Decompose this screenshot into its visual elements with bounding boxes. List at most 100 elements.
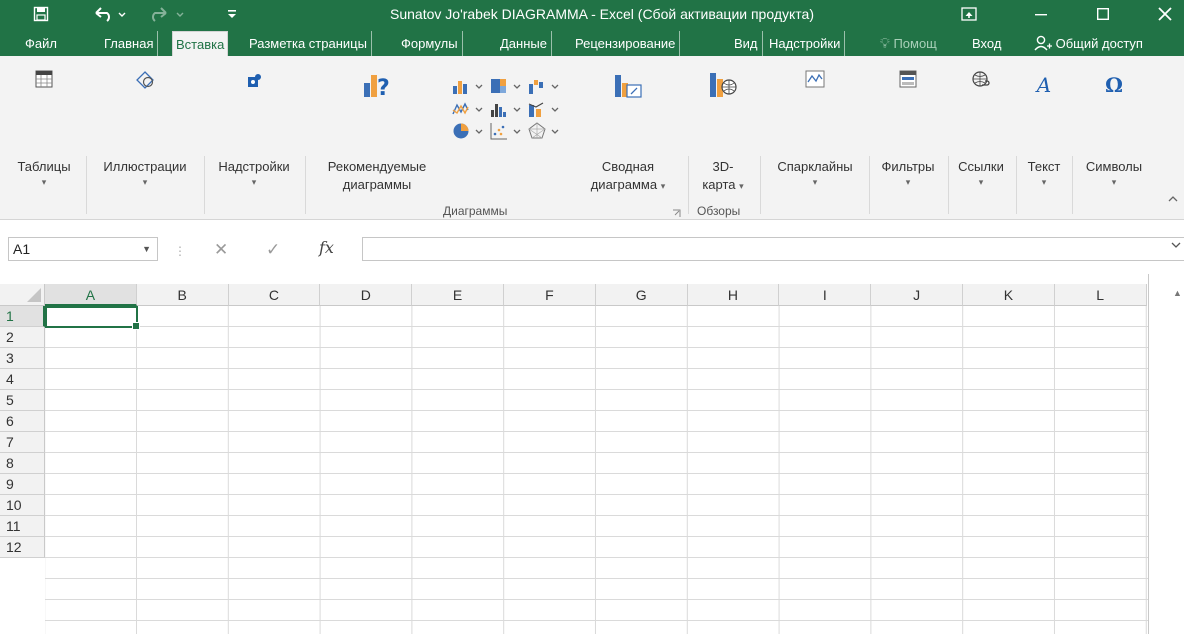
text-icon: A [1036, 73, 1052, 97]
separator [305, 156, 306, 214]
save-icon[interactable] [26, 0, 56, 28]
tables-button[interactable]: Таблицы ▾ [5, 66, 83, 188]
column-header-j[interactable]: J [871, 284, 963, 306]
row-header-3[interactable]: 3 [0, 348, 45, 369]
cancel-icon[interactable]: ✕ [214, 240, 228, 260]
enter-icon[interactable]: ✓ [266, 240, 280, 260]
tab-view[interactable]: Вид [734, 31, 763, 56]
radar-chart-icon[interactable] [528, 122, 562, 143]
ribbon-display-options-icon[interactable] [946, 0, 992, 28]
tab-page-layout[interactable]: Разметка страницы [249, 31, 372, 56]
row-header-11[interactable]: 11 [0, 516, 45, 537]
chevron-down-icon: ▾ [41, 177, 47, 187]
formula-bar: A1 ▼ ⋮ ✕ ✓ fx [0, 220, 1184, 274]
maximize-icon[interactable] [1080, 0, 1126, 28]
tab-file[interactable]: Файл [25, 31, 57, 56]
column-header-b[interactable]: B [136, 284, 229, 306]
column-header-h[interactable]: H [687, 284, 780, 306]
tab-data[interactable]: Данные [500, 31, 552, 56]
3d-map-button[interactable]: 3D- карта ▾ [690, 66, 756, 195]
statistic-chart-icon[interactable] [490, 101, 524, 120]
pivot-chart-button[interactable]: Сводная диаграмма ▾ [572, 66, 684, 195]
tab-insert[interactable]: Вставка [172, 31, 229, 56]
column-header-a[interactable]: A [45, 284, 137, 306]
column-header-d[interactable]: D [320, 284, 413, 306]
customize-qat-icon[interactable] [224, 0, 240, 28]
vertical-scrollbar[interactable]: ▲ [1148, 274, 1184, 634]
tab-addins[interactable]: Надстройки [769, 31, 846, 56]
close-icon[interactable] [1142, 0, 1184, 28]
insert-function-icon[interactable]: fx [319, 238, 334, 257]
filters-button[interactable]: Фильтры ▾ [870, 66, 946, 188]
row-header-2[interactable]: 2 [0, 327, 45, 348]
column-chart-icon[interactable] [452, 78, 486, 97]
combo-chart-icon[interactable] [528, 101, 562, 120]
row-header-7[interactable]: 7 [0, 432, 45, 453]
minimize-icon[interactable] [1018, 0, 1064, 28]
addins-button[interactable]: Надстройки ▾ [205, 66, 303, 188]
row-header-6[interactable]: 6 [0, 411, 45, 432]
column-header-l[interactable]: L [1054, 284, 1147, 306]
ribbon-tabs: Файл Главная Вставка Разметка страницы Ф… [0, 28, 1184, 56]
tell-me-label: Помощ [893, 36, 937, 51]
column-header-g[interactable]: G [595, 284, 688, 306]
link-icon [948, 66, 1014, 104]
chevron-down-icon: ▾ [978, 177, 984, 187]
row-header-8[interactable]: 8 [0, 453, 45, 474]
column-header-i[interactable]: I [779, 284, 872, 306]
formula-input[interactable] [362, 237, 1184, 261]
sign-in-link[interactable]: Вход [972, 31, 1001, 56]
illustrations-label: Иллюстрации [103, 159, 187, 174]
row-header-12[interactable]: 12 [0, 537, 45, 558]
tell-me-search[interactable]: 💡︎ Помощ [880, 31, 937, 56]
row-header-10[interactable]: 10 [0, 495, 45, 516]
ribbon-insert: Таблицы ▾ Иллюстрации ▾ Надстройки ▾ ? Р… [0, 56, 1184, 220]
row-header-4[interactable]: 4 [0, 369, 45, 390]
cell-area[interactable] [45, 306, 1148, 634]
dialog-launcher-icon[interactable] [672, 206, 681, 221]
chevron-down-icon: ▾ [142, 177, 148, 187]
line-chart-icon[interactable] [452, 101, 486, 120]
globe-icon [690, 66, 756, 106]
name-box[interactable]: A1 ▼ [8, 237, 158, 261]
active-cell[interactable] [45, 306, 140, 330]
recommended-charts-button[interactable]: ? Рекомендуемые диаграммы [310, 66, 444, 194]
hierarchy-chart-icon[interactable] [490, 78, 524, 97]
expand-formula-bar-icon[interactable] [1171, 240, 1181, 252]
scatter-chart-icon[interactable] [490, 122, 524, 143]
pie-chart-icon[interactable] [452, 122, 486, 143]
row-header-5[interactable]: 5 [0, 390, 45, 411]
tab-home[interactable]: Главная [104, 31, 159, 56]
sparklines-button[interactable]: Спарклайны ▾ [762, 66, 868, 188]
omega-icon: Ω [1105, 73, 1123, 97]
column-header-f[interactable]: F [504, 284, 596, 306]
column-header-k[interactable]: K [963, 284, 1055, 306]
separator [86, 156, 87, 214]
symbols-button[interactable]: Ω Символы ▾ [1073, 66, 1155, 188]
filters-label: Фильтры [881, 159, 935, 174]
redo-icon[interactable] [146, 0, 190, 28]
separator [760, 156, 761, 214]
links-button[interactable]: Ссылки ▾ [948, 66, 1014, 188]
column-header-e[interactable]: E [412, 284, 504, 306]
pivot-chart-label-1: Сводная [601, 159, 655, 174]
illustrations-button[interactable]: Иллюстрации ▾ [88, 66, 202, 188]
tab-formulas[interactable]: Формулы [401, 31, 463, 56]
scroll-up-icon[interactable]: ▲ [1173, 288, 1182, 298]
worksheet-grid: ABCDEFGHIJKL 1 2 3 4 5 6 7 8 9 10 11 12 ▲ [0, 274, 1184, 634]
tab-review[interactable]: Рецензирование [575, 31, 681, 56]
select-all-button[interactable] [0, 284, 45, 306]
text-button[interactable]: A Текст ▾ [1018, 66, 1070, 188]
row-header-1[interactable]: 1 [0, 306, 45, 327]
waterfall-chart-icon[interactable] [528, 78, 562, 97]
row-header-9[interactable]: 9 [0, 474, 45, 495]
resize-handle-icon[interactable]: ⋮ [174, 244, 186, 258]
chevron-down-icon: ▾ [905, 177, 911, 187]
column-header-c[interactable]: C [228, 284, 321, 306]
collapse-ribbon-icon[interactable] [1168, 194, 1178, 206]
group-label-charts: Диаграммы [443, 204, 508, 218]
shapes-icon [88, 66, 202, 104]
recommended-charts-label-1: Рекомендуемые [327, 159, 427, 174]
undo-icon[interactable] [88, 0, 132, 28]
share-button[interactable]: Общий доступ [1034, 31, 1143, 56]
